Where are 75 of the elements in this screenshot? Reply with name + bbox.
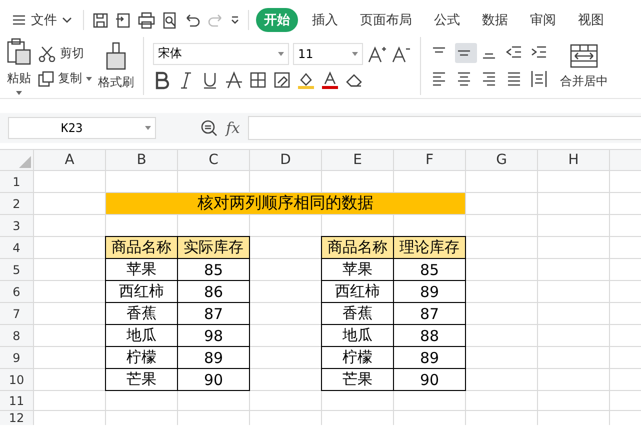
caret-icon <box>352 52 358 56</box>
chevron-down-icon <box>62 17 72 23</box>
cell-format-icon[interactable] <box>273 70 291 90</box>
menu-tab[interactable]: 插入 <box>304 8 346 32</box>
cut-button[interactable]: 剪切 <box>38 45 92 62</box>
column-header[interactable]: D <box>250 150 321 170</box>
brush-icon <box>104 42 128 70</box>
row-header[interactable]: 2 <box>0 193 33 214</box>
caret-icon <box>278 52 284 56</box>
clipboard-icon <box>6 38 32 66</box>
caret-icon <box>145 126 151 130</box>
fill-color-icon[interactable] <box>297 70 315 90</box>
increase-font-icon[interactable] <box>367 44 387 62</box>
export-icon[interactable] <box>115 12 132 28</box>
column-header[interactable]: E <box>322 150 393 170</box>
menu-tab[interactable]: 视图 <box>570 8 612 32</box>
row-header[interactable]: 6 <box>0 281 33 302</box>
row-header[interactable]: 5 <box>0 259 33 280</box>
copy-button[interactable]: 复制 <box>38 70 92 87</box>
table-header-cell: 实际库存 <box>178 237 249 258</box>
menu-tab[interactable]: 公式 <box>426 8 468 32</box>
title-cell: 核对两列顺序相同的数据 <box>106 193 465 214</box>
column-header[interactable]: F <box>394 150 465 170</box>
underline-icon[interactable] <box>201 70 219 90</box>
select-all-corner[interactable] <box>0 150 33 170</box>
merge-cells-icon <box>569 42 599 68</box>
redo-icon[interactable] <box>207 12 224 28</box>
caret-icon <box>86 76 92 80</box>
bold-icon[interactable] <box>153 70 171 90</box>
align-middle-icon[interactable] <box>455 43 477 63</box>
menu-tab[interactable]: 页面布局 <box>352 8 420 32</box>
row-header[interactable]: 1 <box>0 171 33 192</box>
column-header[interactable]: B <box>106 150 177 170</box>
row-header[interactable]: 4 <box>0 237 33 258</box>
row-header[interactable]: 12 <box>0 411 33 425</box>
function-button[interactable]: fx <box>226 119 240 137</box>
decrease-font-icon[interactable] <box>391 44 411 62</box>
undo-icon[interactable] <box>184 12 201 28</box>
caret-icon <box>16 90 22 94</box>
font-name-field[interactable]: 宋体 <box>153 42 289 64</box>
print-icon[interactable] <box>138 12 155 28</box>
corner-triangle-icon <box>19 156 31 168</box>
paste-button[interactable]: 粘贴 <box>6 38 32 94</box>
borders-icon[interactable] <box>249 70 267 90</box>
row-header[interactable]: 3 <box>0 215 33 236</box>
column-header[interactable]: A <box>34 150 105 170</box>
font-color-icon[interactable] <box>321 70 339 90</box>
more-icon[interactable] <box>230 15 240 25</box>
table-header-cell: 商品名称 <box>106 237 177 258</box>
column-header[interactable]: H <box>538 150 609 170</box>
column-header[interactable]: G <box>466 150 537 170</box>
table-header-cell: 商品名称 <box>322 237 393 258</box>
strikethrough-icon[interactable] <box>225 70 243 90</box>
menu-icon <box>12 14 26 26</box>
row-header[interactable]: 11 <box>0 391 33 410</box>
name-box[interactable]: K23 <box>8 117 156 139</box>
row-header[interactable]: 8 <box>0 325 33 346</box>
column-header[interactable]: C <box>178 150 249 170</box>
row-header[interactable]: 9 <box>0 347 33 368</box>
table-header-cell: 理论库存 <box>394 237 465 258</box>
formula-input-field[interactable] <box>248 116 641 140</box>
zoom-icon[interactable] <box>200 119 218 137</box>
column-header[interactable] <box>610 150 641 170</box>
row-header[interactable]: 10 <box>0 369 33 390</box>
merge-center-button[interactable]: 合并居中 <box>560 42 608 90</box>
row-header[interactable]: 7 <box>0 303 33 324</box>
print-preview-icon[interactable] <box>161 12 178 28</box>
format-painter-button[interactable]: 格式刷 <box>98 42 134 90</box>
font-size-field[interactable]: 11 <box>293 42 363 64</box>
save-icon[interactable] <box>92 12 109 28</box>
copy-icon <box>38 70 54 86</box>
file-menu-button[interactable]: 文件 <box>8 9 76 31</box>
menu-tab[interactable]: 数据 <box>474 8 516 32</box>
menu-tab[interactable]: 审阅 <box>522 8 564 32</box>
scissors-icon <box>38 46 56 62</box>
